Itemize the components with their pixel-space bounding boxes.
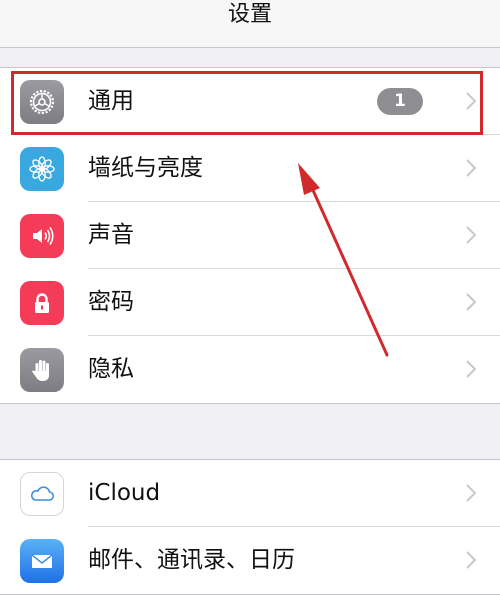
settings-group-2: iCloud 邮件、通讯录、日历 — [0, 459, 500, 595]
settings-item-label: 通用 — [88, 88, 134, 114]
chevron-right-icon — [466, 159, 476, 177]
settings-item-wallpaper-brightness[interactable]: 墙纸与亮度 — [0, 135, 500, 202]
settings-item-mail-contacts-calendars[interactable]: 邮件、通讯录、日历 — [0, 527, 500, 594]
settings-item-label: iCloud — [88, 480, 161, 506]
settings-item-label: 密码 — [88, 289, 134, 315]
settings-item-privacy[interactable]: 隐私 — [0, 336, 500, 403]
chevron-right-icon — [466, 551, 476, 569]
settings-item-label: 邮件、通讯录、日历 — [88, 547, 295, 573]
settings-group-1: 通用 1 墙纸与亮度 声音 密码 隐私 — [0, 67, 500, 404]
settings-item-label: 墙纸与亮度 — [88, 155, 203, 181]
settings-item-passcode[interactable]: 密码 — [0, 269, 500, 336]
settings-item-icloud[interactable]: iCloud — [0, 460, 500, 527]
hand-icon — [20, 348, 64, 392]
chevron-right-icon — [466, 92, 476, 110]
settings-item-label: 声音 — [88, 222, 134, 248]
settings-item-sounds[interactable]: 声音 — [0, 202, 500, 269]
settings-item-label: 隐私 — [88, 356, 134, 382]
mail-icon — [20, 539, 64, 583]
cloud-icon — [20, 472, 64, 516]
speaker-icon — [20, 214, 64, 258]
chevron-right-icon — [466, 226, 476, 244]
notification-badge: 1 — [377, 88, 423, 115]
navigation-bar: 设置 — [0, 0, 500, 48]
lock-icon — [20, 281, 64, 325]
chevron-right-icon — [466, 293, 476, 311]
page-title: 设置 — [227, 2, 272, 27]
chevron-right-icon — [466, 484, 476, 502]
chevron-right-icon — [466, 360, 476, 378]
flower-icon — [20, 147, 64, 191]
settings-item-general[interactable]: 通用 1 — [0, 68, 500, 135]
gear-icon — [20, 80, 64, 124]
